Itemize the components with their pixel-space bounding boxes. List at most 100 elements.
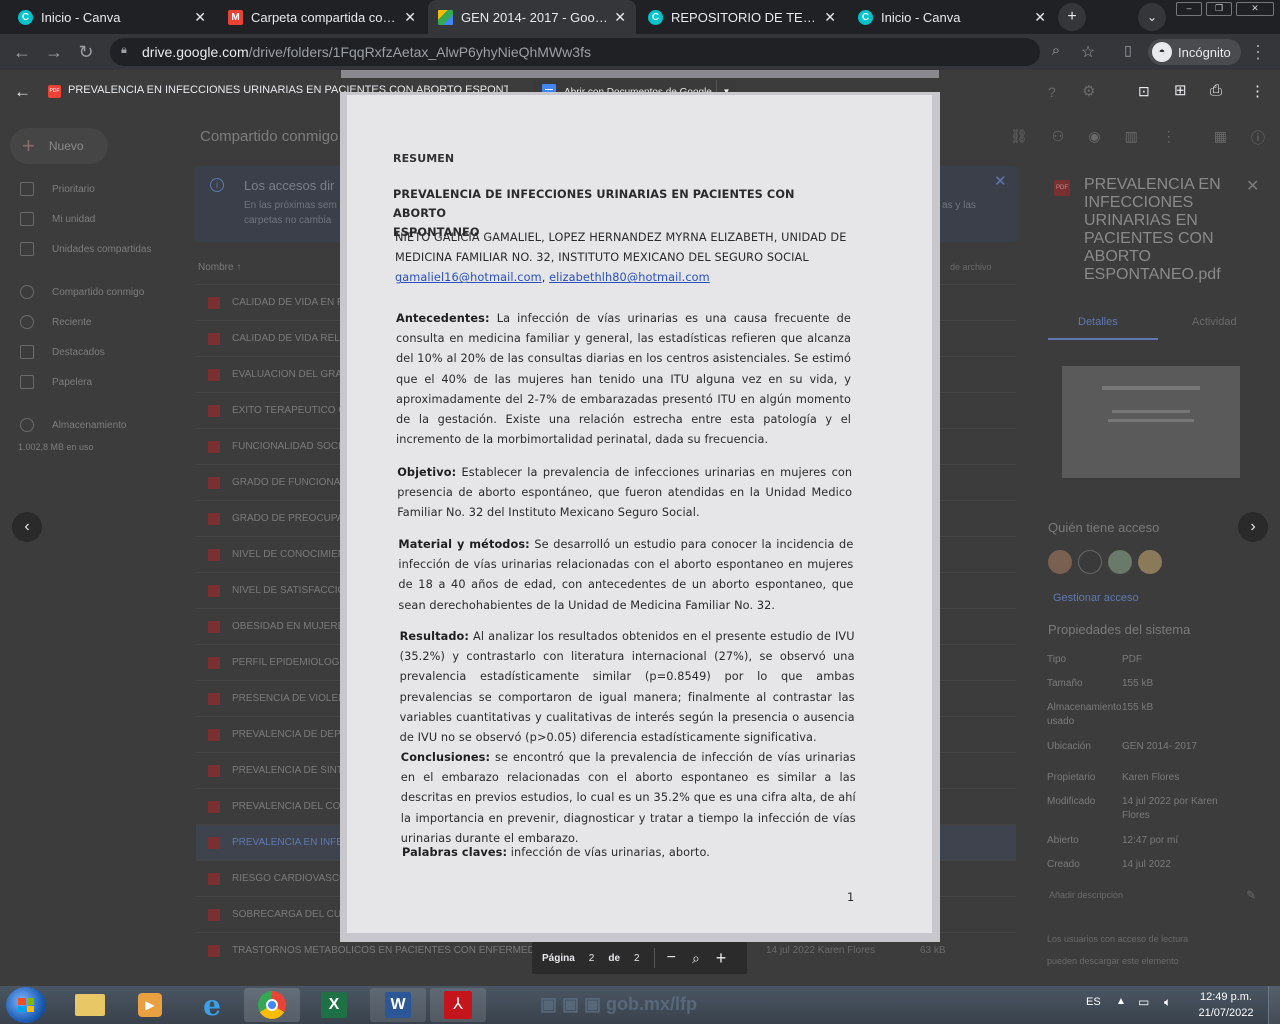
volume-icon[interactable]: 🔈︎ (1164, 995, 1171, 1010)
reload-icon[interactable]: ↻ (76, 42, 96, 63)
word-taskbar-button[interactable]: W (370, 988, 426, 1022)
tab-inicio-canva-1[interactable]: C Inicio - Canva ✕ (8, 0, 216, 34)
sidebar-item-prioritario[interactable]: Prioritario (20, 182, 95, 196)
pdf-icon (208, 404, 220, 417)
language-indicator[interactable]: ES (1086, 996, 1101, 1008)
more-vert-icon[interactable]: ⋮ (1250, 82, 1265, 100)
sidebar-item-almacenamiento[interactable]: Almacenamiento (20, 418, 126, 432)
close-banner-icon[interactable]: ✕ (994, 172, 1007, 190)
sidebar-item-papelera[interactable]: Papelera (20, 375, 92, 389)
tab-gen-drive[interactable]: GEN 2014- 2017 - Google Drive ✕ (428, 0, 636, 34)
trash-icon[interactable]: ▥ (1125, 128, 1138, 148)
tab-inicio-canva-2[interactable]: C Inicio - Canva ✕ (848, 0, 1056, 34)
props-title: Propiedades del sistema (1048, 622, 1191, 637)
pdf-icon: PDF (1054, 180, 1070, 196)
tab-repositorio-tesis[interactable]: C REPOSITORIO DE TESIS UMF ✕ (638, 0, 846, 34)
watermark-text: gob.mx/lfp (606, 994, 698, 1014)
access-avatars (1048, 550, 1162, 574)
side-panel-icon[interactable]: ▯ (1118, 42, 1138, 59)
prop-key: Modificado (1047, 796, 1096, 807)
sidebar-item-compartido[interactable]: Compartido conmigo (20, 285, 144, 299)
add-comment-icon[interactable]: ⊞ (1174, 81, 1187, 99)
gear-icon[interactable]: ⚙ (1082, 82, 1095, 100)
back-arrow-icon[interactable]: ← (14, 82, 31, 102)
print-icon[interactable]: ⎙ (1210, 82, 1222, 99)
sidebar-item-reciente[interactable]: Reciente (20, 315, 91, 329)
prev-file-button[interactable]: ‹ (12, 512, 42, 542)
excel-taskbar-button[interactable]: X (306, 988, 362, 1022)
sidebar-item-mi-unidad[interactable]: Mi unidad (20, 212, 95, 226)
column-size-header[interactable]: de archivo (950, 262, 992, 272)
zoom-icon[interactable]: ⌕ (692, 950, 700, 967)
tray-expand-icon[interactable]: ▲ (1116, 996, 1126, 1007)
file-name: PREVALENCIA DEL COR (232, 801, 342, 812)
section-text: La infección de vías urinarias es una ca… (396, 312, 851, 447)
gov-logo-icon: ▣ ▣ ▣ (540, 994, 602, 1014)
file-size: 63 kB (920, 945, 946, 956)
close-icon[interactable]: ✕ (614, 9, 626, 26)
ie-taskbar-button[interactable]: e (184, 988, 240, 1022)
show-desktop-button[interactable] (1268, 986, 1280, 1024)
next-file-button[interactable]: › (1238, 512, 1268, 542)
help-icon[interactable]: ? (1048, 84, 1056, 100)
divider (653, 948, 655, 968)
new-tab-button[interactable]: + (1058, 3, 1086, 31)
grid-view-icon[interactable]: ▦ (1214, 128, 1227, 148)
email-link[interactable]: gamaliel16@hotmail.com (395, 271, 542, 284)
avatar[interactable] (1108, 550, 1132, 574)
zoom-icon[interactable]: ⌕ (1046, 42, 1066, 59)
sidebar-item-unidades-compartidas[interactable]: Unidades compartidas (20, 242, 152, 256)
acrobat-taskbar-button[interactable]: ⅄ (430, 988, 486, 1022)
sidebar-item-destacados[interactable]: Destacados (20, 345, 105, 359)
more-icon[interactable]: ⋮ (1162, 128, 1176, 148)
prop-value: 155 kB (1122, 702, 1154, 713)
zoom-in-icon[interactable]: + (716, 948, 727, 969)
close-icon[interactable]: ✕ (404, 9, 416, 26)
zoom-out-icon[interactable]: − (667, 949, 676, 967)
new-button[interactable]: + Nuevo (10, 128, 108, 164)
pdf-icon: PDF (48, 85, 61, 98)
manage-access-link[interactable]: Gestionar acceso (1053, 592, 1139, 604)
close-icon[interactable]: ✕ (194, 9, 206, 26)
avatar[interactable] (1048, 550, 1072, 574)
back-icon[interactable]: ← (12, 42, 32, 63)
section-label: Resultado: (399, 630, 469, 643)
tab-search-button[interactable]: ⌄ (1138, 3, 1166, 31)
link-icon[interactable]: ⛓ (1010, 128, 1028, 148)
edit-icon[interactable]: ✎ (1246, 888, 1256, 902)
incognito-badge[interactable]: ◓ Incógnito (1148, 39, 1241, 65)
pdf-icon (208, 944, 220, 957)
chrome-taskbar-button[interactable] (244, 988, 300, 1022)
address-input[interactable]: 🔒︎ drive.google.com/drive/folders/1FqqRx… (110, 38, 1040, 66)
clock[interactable]: 12:49 p.m. 21/07/2022 (1186, 989, 1266, 1021)
maximize-button[interactable]: ❐ (1206, 2, 1232, 16)
move-folder-icon[interactable]: ⊡ (1138, 83, 1150, 100)
add-description[interactable]: Añadir descripción (1049, 890, 1123, 900)
prop-value: 14 jul 2022 por Karen Flores (1122, 796, 1218, 821)
close-details-icon[interactable]: ✕ (1246, 176, 1259, 196)
media-taskbar-button[interactable]: ▶ (122, 988, 178, 1022)
email-link[interactable]: elizabethlh80@hotmail.com (549, 271, 710, 284)
preview-icon[interactable]: ◉ (1088, 128, 1100, 148)
star-icon[interactable]: ☆ (1078, 42, 1098, 62)
info-icon[interactable]: ⓘ (1251, 128, 1265, 148)
tab-detalles[interactable]: Detalles (1078, 316, 1118, 328)
start-button[interactable] (6, 987, 46, 1023)
close-icon[interactable]: ✕ (824, 9, 836, 26)
add-person-icon[interactable]: ⚇ (1052, 128, 1065, 148)
network-icon[interactable]: ▭ (1138, 995, 1149, 1009)
column-name-header[interactable]: Nombre ↑ (198, 262, 241, 273)
pdf-icon (208, 620, 220, 633)
section-label: Conclusiones: (400, 751, 491, 764)
forward-icon[interactable]: → (44, 42, 64, 63)
tab-actividad[interactable]: Actividad (1192, 316, 1237, 328)
page-current[interactable]: 2 (589, 953, 595, 964)
tab-carpeta-compartida[interactable]: M Carpeta compartida contigo ✕ (218, 0, 426, 34)
close-window-button[interactable]: ✕ (1236, 2, 1274, 16)
explorer-taskbar-button[interactable] (62, 988, 118, 1022)
minimize-button[interactable]: – (1176, 2, 1202, 16)
close-icon[interactable]: ✕ (1034, 9, 1046, 26)
menu-icon[interactable]: ⋮ (1248, 42, 1268, 63)
avatar[interactable] (1138, 550, 1162, 574)
avatar[interactable] (1078, 550, 1102, 574)
